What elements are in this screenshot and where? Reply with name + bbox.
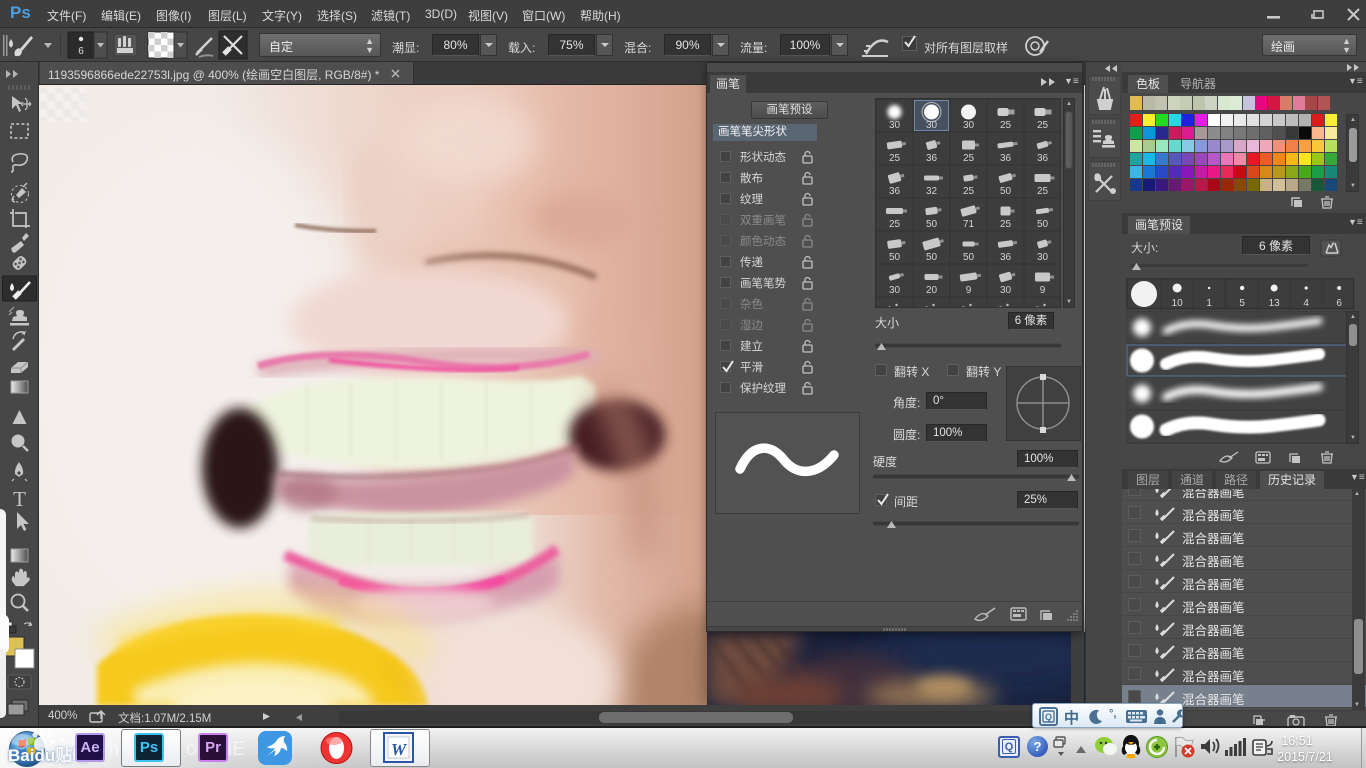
svg-text:36: 36	[1037, 153, 1049, 164]
svg-text:20: 20	[926, 285, 938, 296]
svg-text:50: 50	[889, 252, 901, 263]
svg-text:30: 30	[963, 120, 975, 131]
svg-text:30: 30	[889, 120, 901, 131]
svg-text:25: 25	[1000, 120, 1012, 131]
svg-text:6: 6	[78, 46, 84, 57]
svg-text:4: 4	[1304, 298, 1310, 309]
svg-text:1: 1	[1207, 298, 1213, 309]
svg-text:25: 25	[1037, 186, 1049, 197]
svg-text:30: 30	[1000, 285, 1012, 296]
svg-text:13: 13	[1268, 298, 1280, 309]
svg-text:30: 30	[926, 120, 938, 131]
svg-text:25: 25	[1037, 120, 1049, 131]
svg-text:25: 25	[1000, 219, 1012, 230]
svg-text:5: 5	[1239, 298, 1245, 309]
svg-text:50: 50	[1037, 219, 1049, 230]
svg-text:9: 9	[966, 285, 972, 296]
svg-text:25: 25	[963, 186, 975, 197]
svg-text:25: 25	[889, 219, 901, 230]
svg-text:50: 50	[926, 252, 938, 263]
svg-text:50: 50	[926, 219, 938, 230]
svg-text:36: 36	[1000, 252, 1012, 263]
svg-text:T: T	[13, 487, 26, 511]
svg-text:32: 32	[926, 186, 938, 197]
svg-text:25: 25	[963, 153, 975, 164]
svg-text:9: 9	[1040, 285, 1046, 296]
svg-text:50: 50	[1000, 186, 1012, 197]
svg-text:6: 6	[1336, 298, 1342, 309]
svg-text:25: 25	[889, 153, 901, 164]
svg-text:30: 30	[889, 285, 901, 296]
svg-text:30: 30	[1037, 252, 1049, 263]
svg-text:36: 36	[926, 153, 938, 164]
svg-text:50: 50	[963, 252, 975, 263]
svg-text:W: W	[391, 740, 408, 759]
svg-text:71: 71	[963, 219, 975, 230]
svg-text:36: 36	[889, 186, 901, 197]
svg-text:Q: Q	[1045, 712, 1052, 722]
svg-text:36: 36	[1000, 153, 1012, 164]
svg-text:10: 10	[1172, 298, 1184, 309]
